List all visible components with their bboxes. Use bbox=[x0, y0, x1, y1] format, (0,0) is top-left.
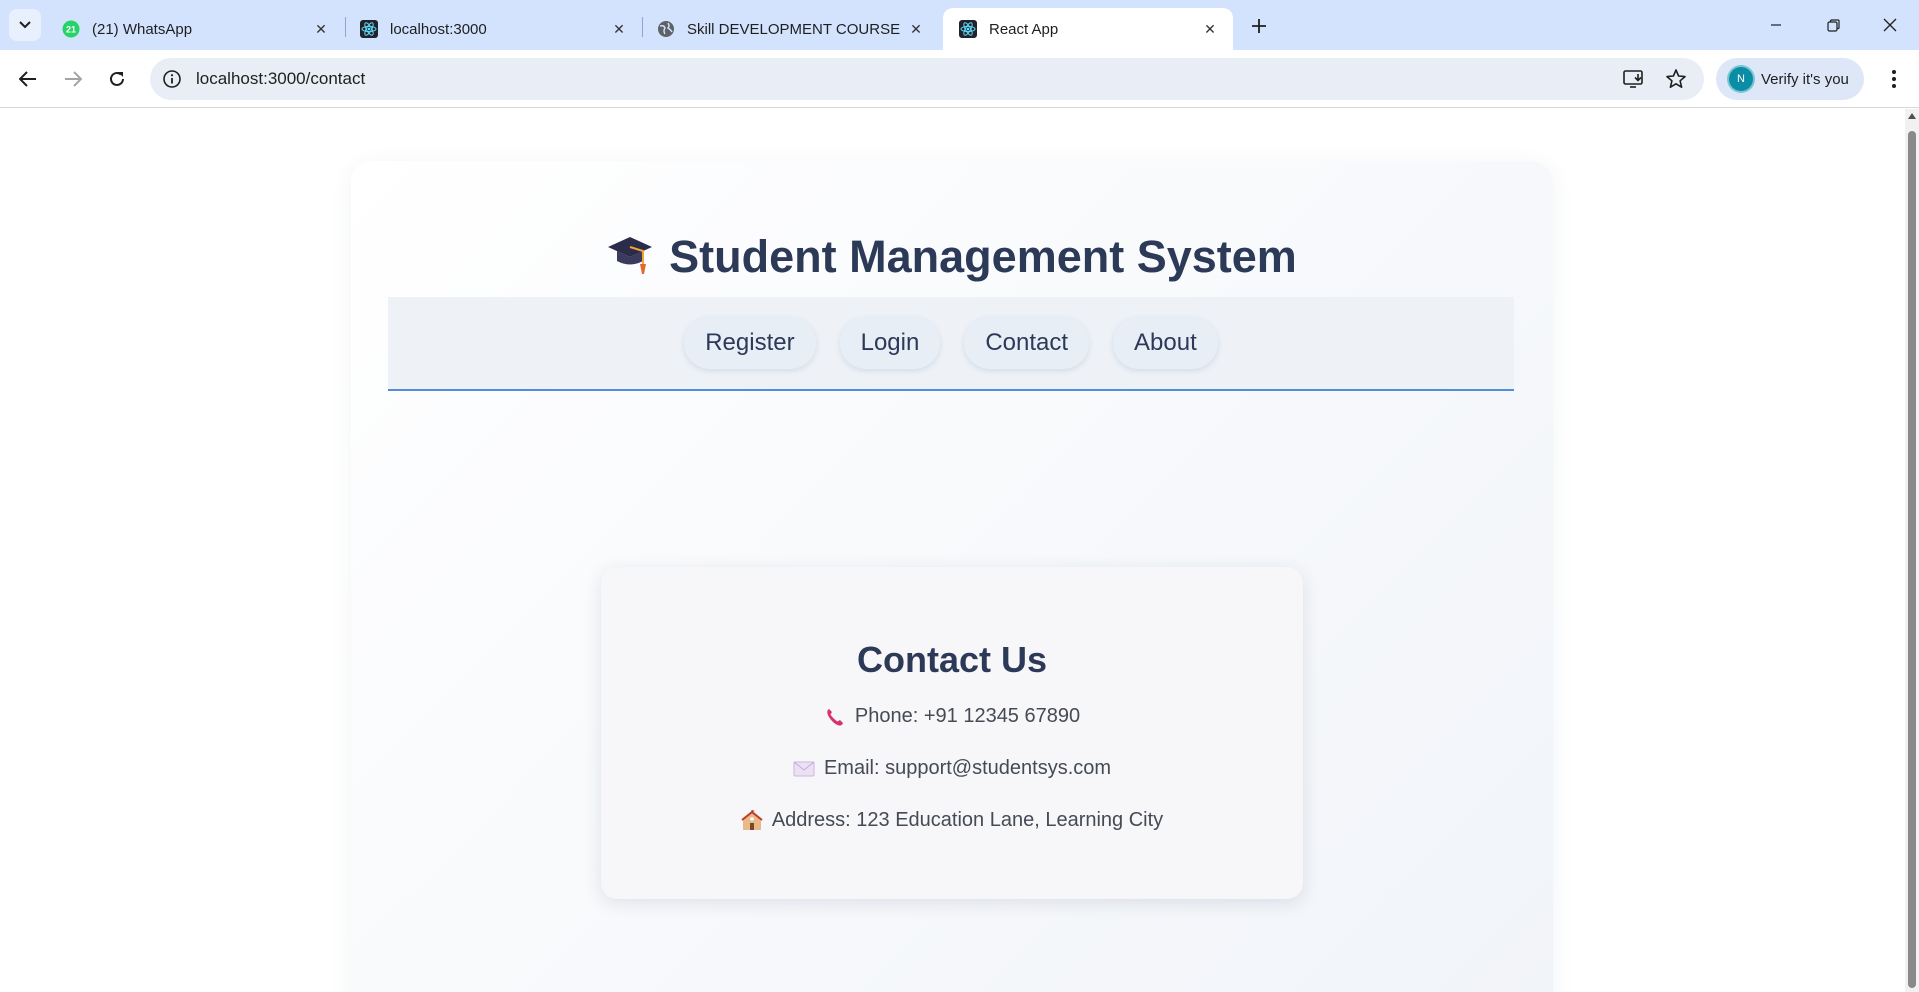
close-icon[interactable]: ✕ bbox=[1199, 18, 1221, 40]
restore-icon bbox=[1826, 18, 1840, 32]
page-title: Student Management System bbox=[351, 231, 1553, 287]
tab-title: localhost:3000 bbox=[390, 20, 487, 38]
minimize-button[interactable] bbox=[1753, 10, 1799, 40]
install-app-icon[interactable] bbox=[1622, 68, 1646, 90]
close-icon bbox=[1883, 18, 1897, 32]
site-info-icon[interactable] bbox=[162, 69, 182, 89]
main-nav: Register Login Contact About bbox=[388, 297, 1514, 391]
school-icon bbox=[741, 809, 763, 832]
tab-search-button[interactable] bbox=[9, 9, 41, 41]
forward-button[interactable] bbox=[57, 63, 89, 95]
contact-address: Address: 123 Education Lane, Learning Ci… bbox=[601, 809, 1303, 832]
tab-title: Skill DEVELOPMENT COURSE bbox=[687, 20, 901, 38]
page-title-text: Student Management System bbox=[669, 231, 1297, 282]
nav-about-button[interactable]: About bbox=[1113, 317, 1218, 369]
tab-react-app[interactable]: React App ✕ bbox=[943, 8, 1233, 50]
chevron-down-icon bbox=[19, 21, 31, 29]
phone-icon bbox=[824, 706, 846, 728]
plus-icon bbox=[1252, 19, 1266, 33]
tab-title: React App bbox=[989, 20, 1059, 38]
new-tab-button[interactable] bbox=[1245, 12, 1273, 40]
avatar: N bbox=[1729, 67, 1753, 91]
browser-menu-button[interactable] bbox=[1878, 63, 1910, 95]
profile-verify-button[interactable]: N Verify it's you bbox=[1716, 58, 1864, 100]
browser-toolbar: localhost:3000/contact N Verify it's you bbox=[0, 50, 1919, 108]
email-text: Email: support@studentsys.com bbox=[823, 757, 1112, 779]
contact-card: Contact Us Phone: +91 12345 67890 Email:… bbox=[601, 567, 1303, 899]
close-icon[interactable]: ✕ bbox=[905, 18, 927, 40]
close-icon[interactable]: ✕ bbox=[310, 18, 332, 40]
verify-label: Verify it's you bbox=[1761, 70, 1849, 88]
contact-title: Contact Us bbox=[856, 639, 1048, 680]
envelope-icon bbox=[793, 758, 815, 780]
address-text: Address: 123 Education Lane, Learning Ci… bbox=[771, 809, 1164, 831]
react-icon bbox=[360, 20, 378, 38]
contact-email: Email: support@studentsys.com bbox=[601, 757, 1303, 780]
whatsapp-badge: 21 bbox=[66, 25, 76, 35]
tab-skill-development[interactable]: Skill DEVELOPMENT COURSE ✕ bbox=[641, 8, 939, 50]
graduation-cap-icon bbox=[607, 234, 653, 287]
tab-whatsapp[interactable]: 21 (21) WhatsApp ✕ bbox=[46, 8, 344, 50]
tab-localhost[interactable]: localhost:3000 ✕ bbox=[344, 8, 642, 50]
url-text[interactable]: localhost:3000/contact bbox=[196, 58, 365, 100]
whatsapp-icon: 21 bbox=[62, 20, 80, 38]
phone-text: Phone: +91 12345 67890 bbox=[854, 705, 1081, 727]
nav-contact-button[interactable]: Contact bbox=[964, 317, 1090, 369]
reload-icon bbox=[110, 71, 124, 86]
restore-button[interactable] bbox=[1810, 10, 1856, 40]
tab-title: (21) WhatsApp bbox=[92, 20, 193, 38]
nav-register-button[interactable]: Register bbox=[684, 317, 816, 369]
app-container: Student Management System Register Login… bbox=[351, 161, 1553, 992]
back-button[interactable] bbox=[12, 63, 44, 95]
scroll-up-arrow-icon[interactable] bbox=[1908, 113, 1916, 119]
arrow-left-icon bbox=[19, 71, 36, 87]
bookmark-star-icon[interactable] bbox=[1664, 68, 1688, 90]
reload-button[interactable] bbox=[101, 63, 133, 95]
react-icon bbox=[959, 20, 977, 38]
contact-phone: Phone: +91 12345 67890 bbox=[601, 705, 1303, 728]
nav-login-button[interactable]: Login bbox=[839, 317, 941, 369]
browser-tabstrip: 21 (21) WhatsApp ✕ localhost:3000 ✕ Skil… bbox=[0, 0, 1919, 50]
more-vertical-icon bbox=[1892, 70, 1896, 88]
close-icon[interactable]: ✕ bbox=[608, 18, 630, 40]
arrow-right-icon bbox=[65, 71, 82, 87]
minimize-icon bbox=[1771, 24, 1781, 26]
page-scrollbar[interactable] bbox=[1905, 109, 1919, 992]
globe-icon bbox=[657, 20, 675, 38]
address-bar[interactable]: localhost:3000/contact bbox=[150, 58, 1704, 100]
close-window-button[interactable] bbox=[1867, 10, 1913, 40]
page-viewport: Student Management System Register Login… bbox=[0, 109, 1905, 992]
scrollbar-thumb[interactable] bbox=[1908, 131, 1916, 988]
